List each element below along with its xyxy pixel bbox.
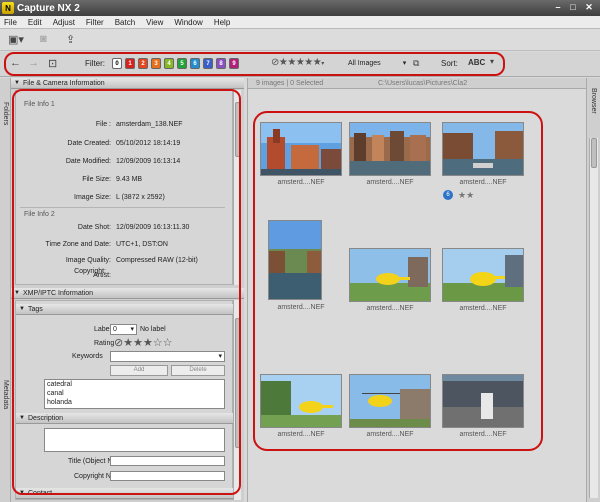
menu-window[interactable]: Window — [174, 18, 202, 27]
menu-filter[interactable]: Filter — [86, 18, 104, 27]
file-camera-header[interactable]: File & Camera Information — [11, 78, 244, 89]
image-count: 9 images | 0 Selected — [256, 80, 324, 87]
metadata-panel-highlight — [12, 89, 241, 495]
upload-icon[interactable]: ⇪ — [66, 33, 75, 46]
thumbnails-highlight — [253, 111, 543, 451]
metadata-tab[interactable]: Metadata — [2, 380, 9, 409]
right-tab-strip: Browser — [586, 78, 600, 502]
menu-help[interactable]: Help — [214, 18, 230, 27]
browser-tab[interactable]: Browser — [590, 88, 597, 114]
filter-bar-highlight — [4, 52, 505, 76]
maximize-icon[interactable]: □ — [566, 0, 580, 14]
close-icon[interactable]: ✕ — [582, 0, 596, 14]
browser-scrollbar[interactable] — [589, 138, 598, 498]
scrollbar-thumb[interactable] — [591, 138, 597, 168]
folders-tab[interactable]: Folders — [2, 102, 9, 125]
menu-bar: File Edit Adjust Filter Batch View Windo… — [0, 16, 600, 29]
menu-file[interactable]: File — [4, 18, 17, 27]
title-bar: N Capture NX 2 – □ ✕ — [0, 0, 600, 16]
browser-header: 9 images | 0 Selected C:\Users\lucas\Pic… — [248, 78, 587, 89]
window-title: Capture NX 2 — [17, 2, 80, 14]
minimize-icon[interactable]: – — [551, 0, 565, 14]
menu-view[interactable]: View — [146, 18, 163, 27]
menu-batch[interactable]: Batch — [115, 18, 135, 27]
workspace-icon[interactable]: ▣▾ — [8, 33, 24, 46]
menu-edit[interactable]: Edit — [28, 18, 42, 27]
left-tab-strip: Folders Metadata — [0, 78, 11, 502]
folder-path: C:\Users\lucas\Pictures\Cla2 — [378, 80, 468, 87]
camera-icon[interactable]: ◙ — [40, 33, 47, 46]
menu-adjust[interactable]: Adjust — [53, 18, 75, 27]
main-toolbar: ▣▾ ◙ ⇪ — [0, 29, 600, 51]
app-logo-icon: N — [2, 2, 14, 14]
